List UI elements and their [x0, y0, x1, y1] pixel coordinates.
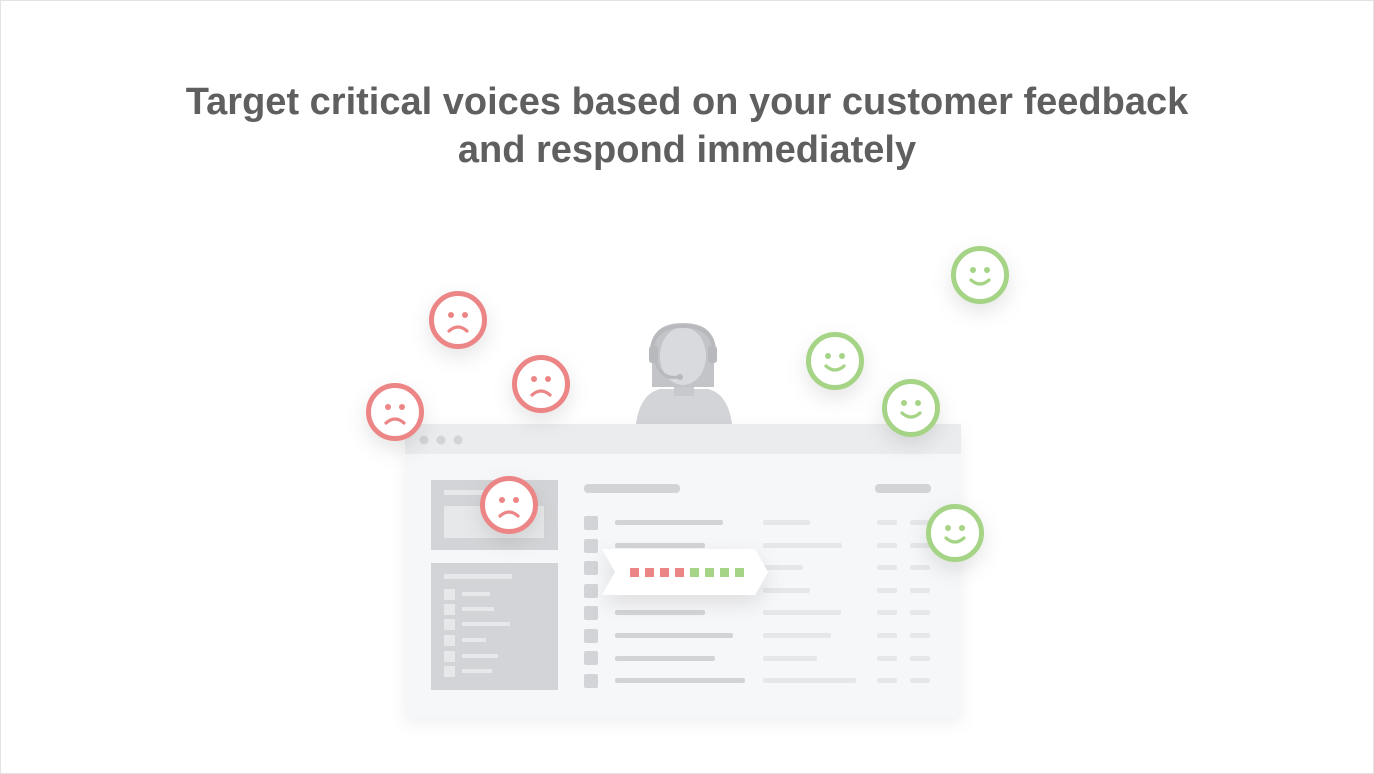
sad-face-icon: [515, 358, 568, 411]
smiley-face-icon: [885, 382, 938, 435]
sentiment-tag: [602, 549, 768, 595]
smiley-face-icon: [929, 507, 982, 560]
support-agent-icon: [636, 323, 732, 424]
smiley-face-icon: [809, 335, 862, 388]
sad-face-icon: [483, 479, 536, 532]
window-controls: [419, 435, 463, 445]
feedback-illustration: [0, 0, 1374, 717]
smiley-face-icon: [954, 249, 1007, 302]
sad-face-icon: [432, 294, 485, 347]
sad-face-icon: [369, 386, 422, 439]
